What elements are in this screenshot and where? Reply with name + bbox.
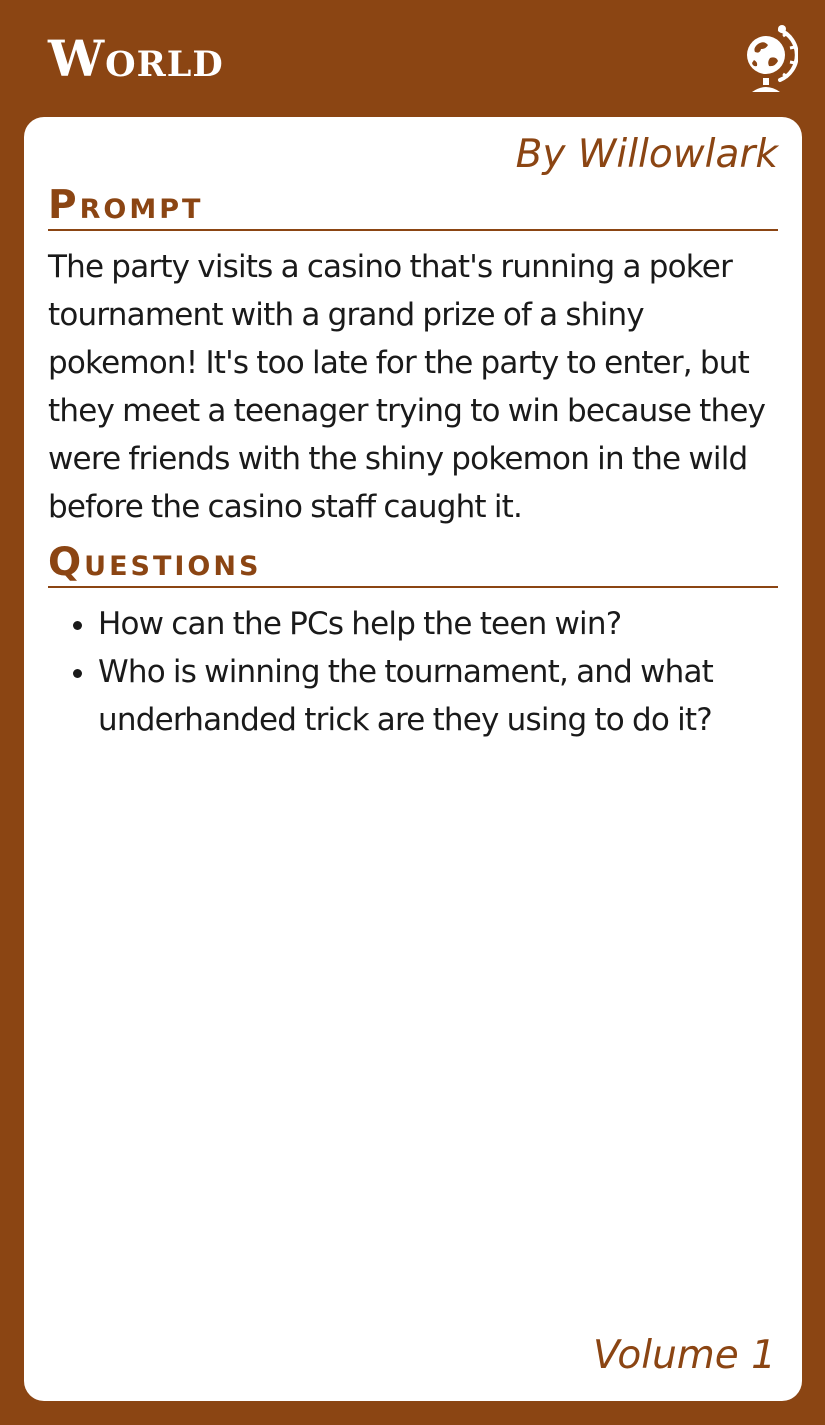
- card-body: By Willowlark Prompt The party visits a …: [24, 117, 802, 1401]
- author-credit: By Willowlark: [515, 132, 778, 177]
- prompt-heading: Prompt: [48, 185, 778, 231]
- prompt-text: The party visits a casino that's running…: [48, 248, 766, 525]
- question-item: How can the PCs help the teen win?: [98, 600, 778, 648]
- questions-list: How can the PCs help the teen win? Who i…: [48, 600, 778, 744]
- prompt-card: World By Willowlark Prompt The party vis…: [0, 0, 825, 1425]
- volume-label: Volume 1: [592, 1333, 776, 1378]
- questions-heading: Questions: [48, 542, 778, 588]
- card-header: World: [0, 0, 825, 117]
- question-item: Who is winning the tournament, and what …: [98, 648, 778, 744]
- globe-icon: [747, 25, 798, 92]
- card-category-title: World: [48, 29, 224, 88]
